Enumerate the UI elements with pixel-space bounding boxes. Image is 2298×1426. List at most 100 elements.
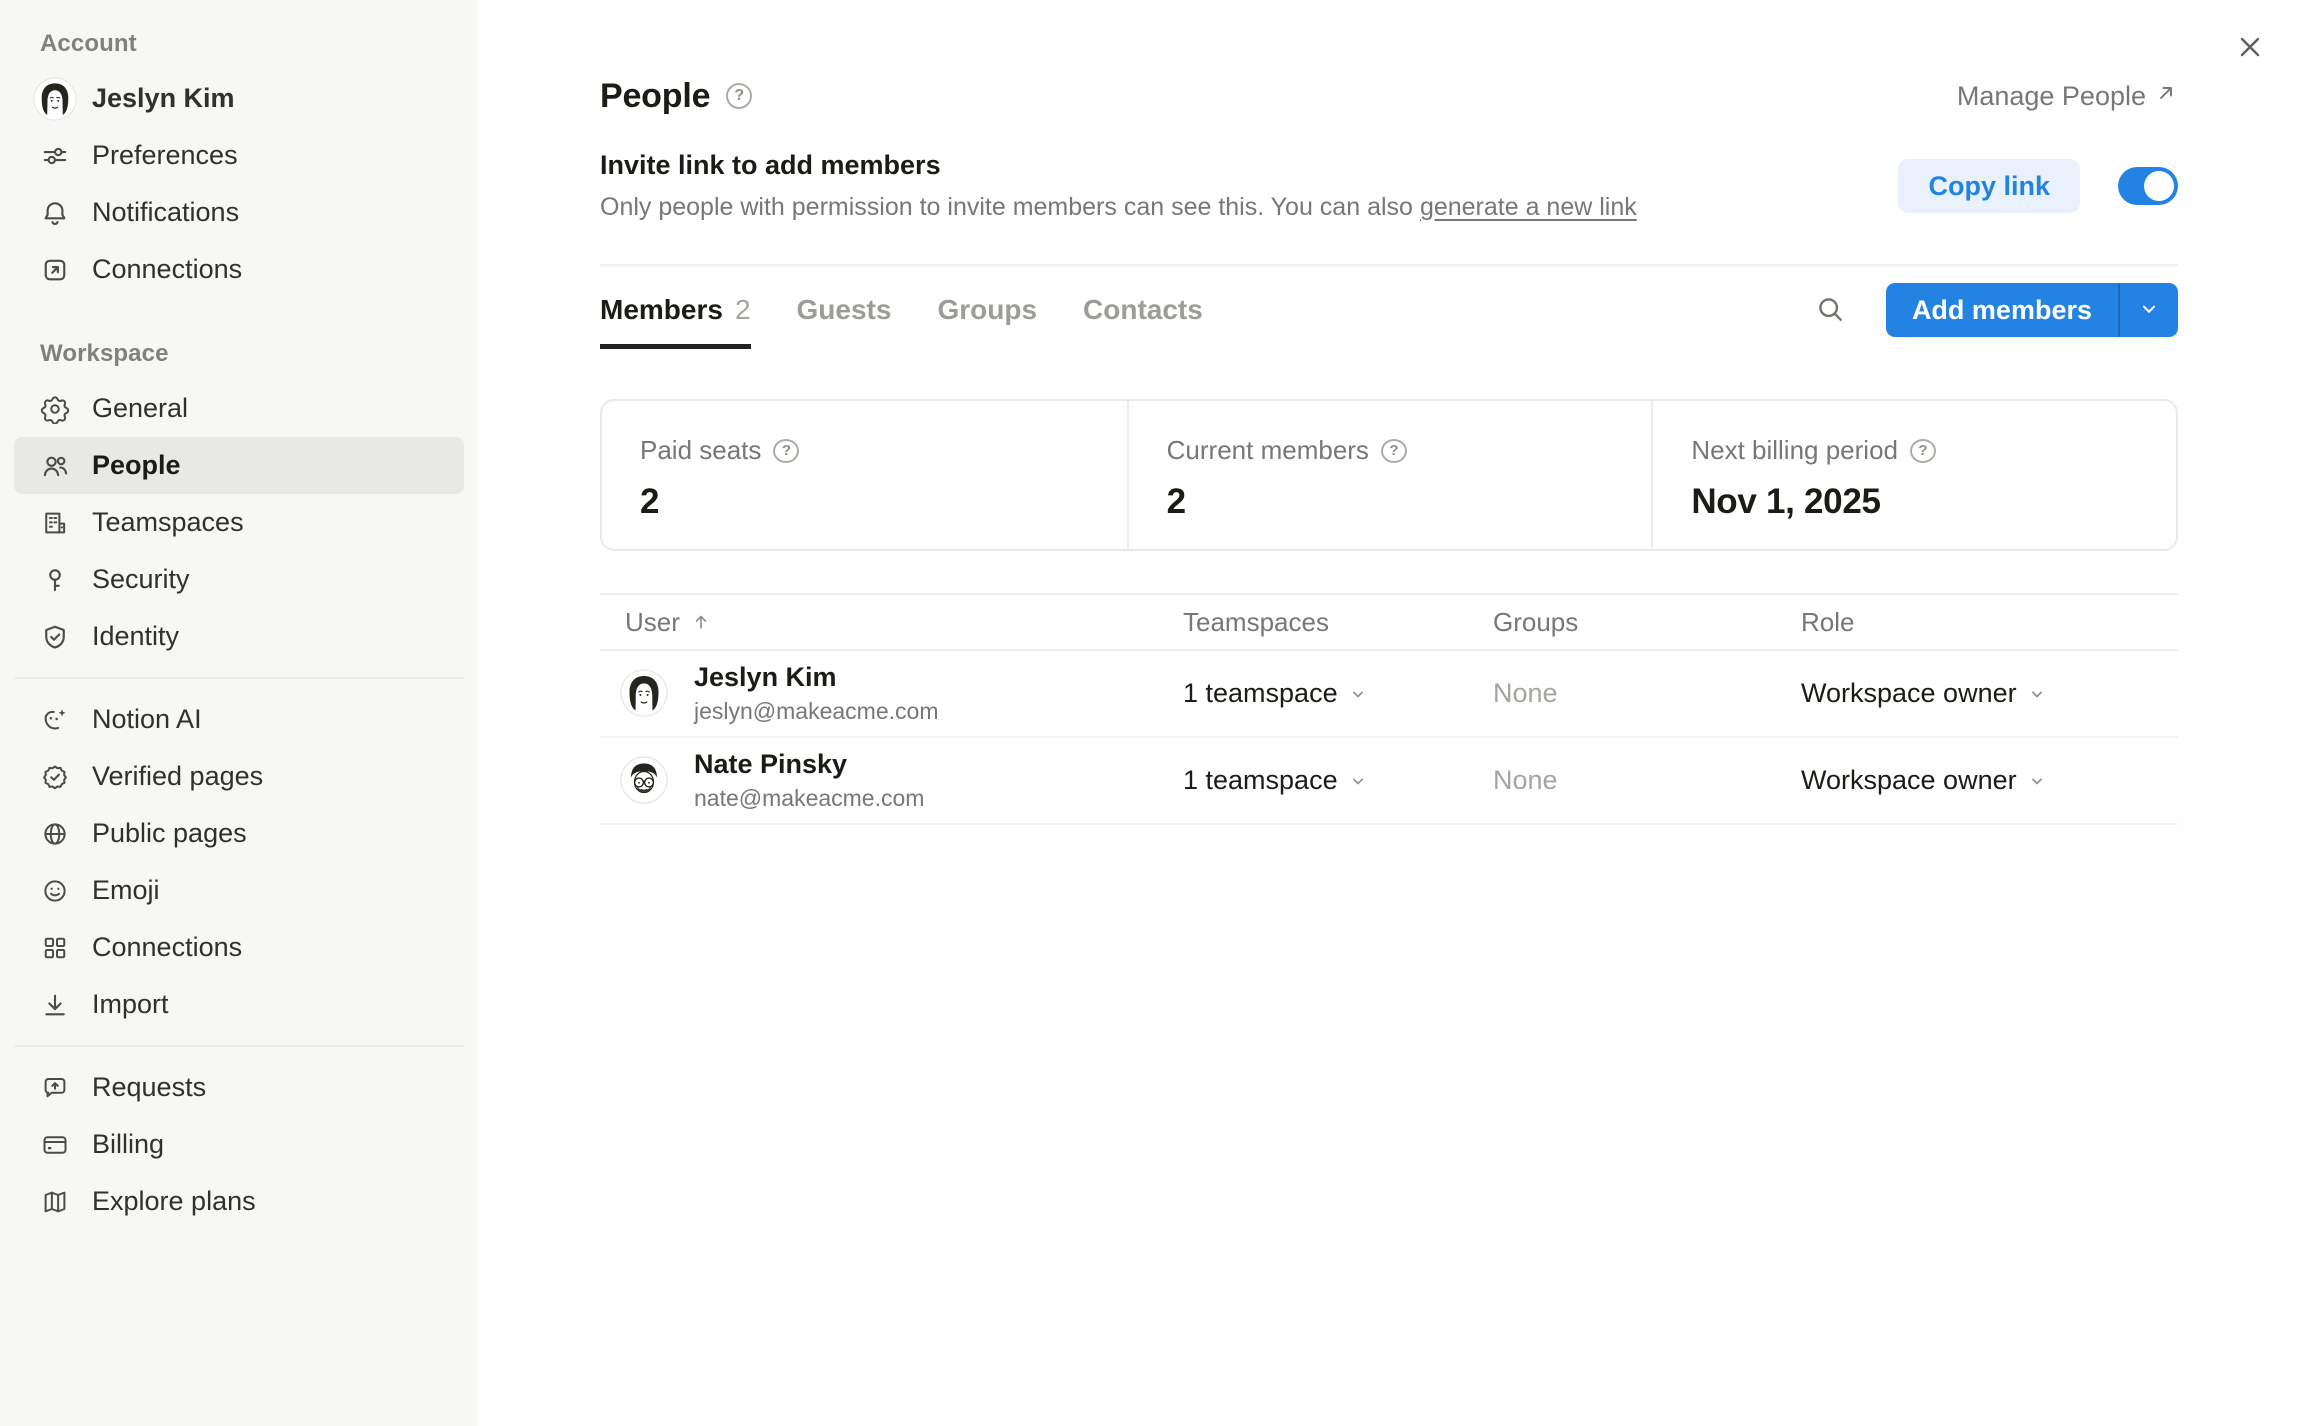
role-value: Workspace owner — [1801, 678, 2017, 709]
column-header-user[interactable]: User — [600, 607, 1183, 638]
chevron-down-icon — [2027, 684, 2047, 704]
invite-link-toggle[interactable] — [2118, 167, 2178, 205]
nate-avatar-icon — [620, 756, 668, 804]
sidebar-item-import[interactable]: Import — [14, 976, 464, 1033]
sidebar-item-workspace-connections[interactable]: Connections — [14, 919, 464, 976]
jeslyn-avatar-icon — [33, 77, 77, 121]
sidebar-item-billing[interactable]: Billing — [14, 1116, 464, 1173]
sidebar-item-general[interactable]: General — [14, 380, 464, 437]
column-header-teamspaces: Teamspaces — [1183, 607, 1493, 638]
chevron-down-icon — [2027, 771, 2047, 791]
sidebar-item-account-profile[interactable]: Jeslyn Kim — [14, 70, 464, 127]
stat-paid-seats: Paid seats 2 — [602, 401, 1127, 549]
sidebar-item-preferences[interactable]: Preferences — [14, 127, 464, 184]
bell-icon — [40, 198, 70, 228]
member-name: Jeslyn Kim — [694, 662, 938, 693]
manage-people-link[interactable]: Manage People — [1957, 81, 2178, 112]
role-dropdown[interactable]: Workspace owner — [1801, 765, 2178, 796]
tab-guests[interactable]: Guests — [797, 280, 892, 349]
column-label: User — [625, 607, 680, 638]
page-header: People Manage People — [600, 72, 2178, 120]
sidebar-item-verified-pages[interactable]: Verified pages — [14, 748, 464, 805]
tab-label: Guests — [797, 294, 892, 326]
tabs-row: Members 2 Guests Groups Contacts — [600, 280, 2178, 349]
user-cell: Nate Pinsky nate@makeacme.com — [600, 749, 1183, 811]
member-email: jeslyn@makeacme.com — [694, 698, 938, 725]
sidebar-item-label: Security — [92, 564, 190, 595]
chevron-down-icon — [1348, 684, 1368, 704]
sidebar-item-public-pages[interactable]: Public pages — [14, 805, 464, 862]
help-icon[interactable] — [1381, 439, 1407, 463]
sidebar-item-security[interactable]: Security — [14, 551, 464, 608]
close-button[interactable] — [2228, 26, 2272, 70]
invite-link-section: Invite link to add members Only people w… — [600, 150, 2178, 222]
tab-label: Groups — [937, 294, 1037, 326]
members-table: User Teamspaces Groups Role — [600, 593, 2178, 825]
sidebar-item-teamspaces[interactable]: Teamspaces — [14, 494, 464, 551]
sidebar-item-explore-plans[interactable]: Explore plans — [14, 1173, 464, 1230]
search-icon — [1814, 293, 1846, 328]
copy-link-button[interactable]: Copy link — [1898, 159, 2080, 213]
sidebar-item-requests[interactable]: Requests — [14, 1059, 464, 1116]
user-cell: Jeslyn Kim jeslyn@makeacme.com — [600, 662, 1183, 724]
tab-contacts[interactable]: Contacts — [1083, 280, 1203, 349]
sidebar-item-label: Verified pages — [92, 761, 263, 792]
notion-ai-face-icon — [40, 705, 70, 735]
tab-groups[interactable]: Groups — [937, 280, 1037, 349]
add-members-button[interactable]: Add members — [1886, 283, 2178, 337]
close-icon — [2234, 31, 2266, 66]
stat-label: Current members — [1167, 435, 1369, 466]
grid-icon — [40, 933, 70, 963]
sidebar-item-label: Public pages — [92, 818, 247, 849]
sidebar-item-label: Import — [92, 989, 169, 1020]
arrow-up-right-square-icon — [40, 255, 70, 285]
search-button[interactable] — [1810, 290, 1850, 330]
tabs: Members 2 Guests Groups Contacts — [600, 280, 1203, 349]
download-icon — [40, 990, 70, 1020]
sidebar-item-identity[interactable]: Identity — [14, 608, 464, 665]
jeslyn-avatar-icon — [620, 669, 668, 717]
globe-icon — [40, 819, 70, 849]
sidebar-item-label: Teamspaces — [92, 507, 244, 538]
sidebar-item-label: Explore plans — [92, 1186, 256, 1217]
chevron-down-icon — [2138, 298, 2160, 323]
sidebar-item-people[interactable]: People — [14, 437, 464, 494]
chat-bubble-up-icon — [40, 1073, 70, 1103]
stat-label: Paid seats — [640, 435, 761, 466]
role-value: Workspace owner — [1801, 765, 2017, 796]
workspace-section-heading: Workspace — [0, 340, 478, 380]
teamspaces-dropdown[interactable]: 1 teamspace — [1183, 765, 1493, 796]
sidebar-item-emoji[interactable]: Emoji — [14, 862, 464, 919]
sidebar-item-notion-ai[interactable]: Notion AI — [14, 691, 464, 748]
sidebar-item-label: Emoji — [92, 875, 160, 906]
role-dropdown[interactable]: Workspace owner — [1801, 678, 2178, 709]
sidebar-item-label: Jeslyn Kim — [92, 83, 235, 114]
people-icon — [40, 451, 70, 481]
help-icon[interactable] — [1910, 439, 1936, 463]
sidebar-item-label: Notifications — [92, 197, 239, 228]
tab-label: Members — [600, 294, 723, 326]
teamspaces-value: 1 teamspace — [1183, 765, 1338, 796]
member-name: Nate Pinsky — [694, 749, 924, 780]
sidebar-item-notifications[interactable]: Notifications — [14, 184, 464, 241]
sort-ascending-icon — [690, 611, 712, 633]
credit-card-icon — [40, 1130, 70, 1160]
teamspaces-dropdown[interactable]: 1 teamspace — [1183, 678, 1493, 709]
generate-new-link[interactable]: generate a new link — [1420, 193, 1637, 221]
smiley-icon — [40, 876, 70, 906]
sliders-icon — [40, 141, 70, 171]
column-label: Role — [1801, 607, 1854, 638]
tab-members[interactable]: Members 2 — [600, 280, 751, 349]
sidebar-item-account-connections[interactable]: Connections — [14, 241, 464, 298]
add-members-dropdown[interactable] — [2120, 283, 2178, 337]
stat-next-billing-period: Next billing period Nov 1, 2025 — [1651, 401, 2176, 549]
help-icon[interactable] — [726, 83, 752, 109]
people-settings-panel: People Manage People Invite link to add … — [478, 0, 2298, 1426]
tab-label: Contacts — [1083, 294, 1203, 326]
sidebar-item-label: Identity — [92, 621, 179, 652]
help-icon[interactable] — [773, 439, 799, 463]
column-label: Groups — [1493, 607, 1578, 638]
member-row: Jeslyn Kim jeslyn@makeacme.com 1 teamspa… — [600, 651, 2178, 738]
sidebar-item-label: Connections — [92, 254, 242, 285]
sidebar-divider — [14, 677, 464, 679]
